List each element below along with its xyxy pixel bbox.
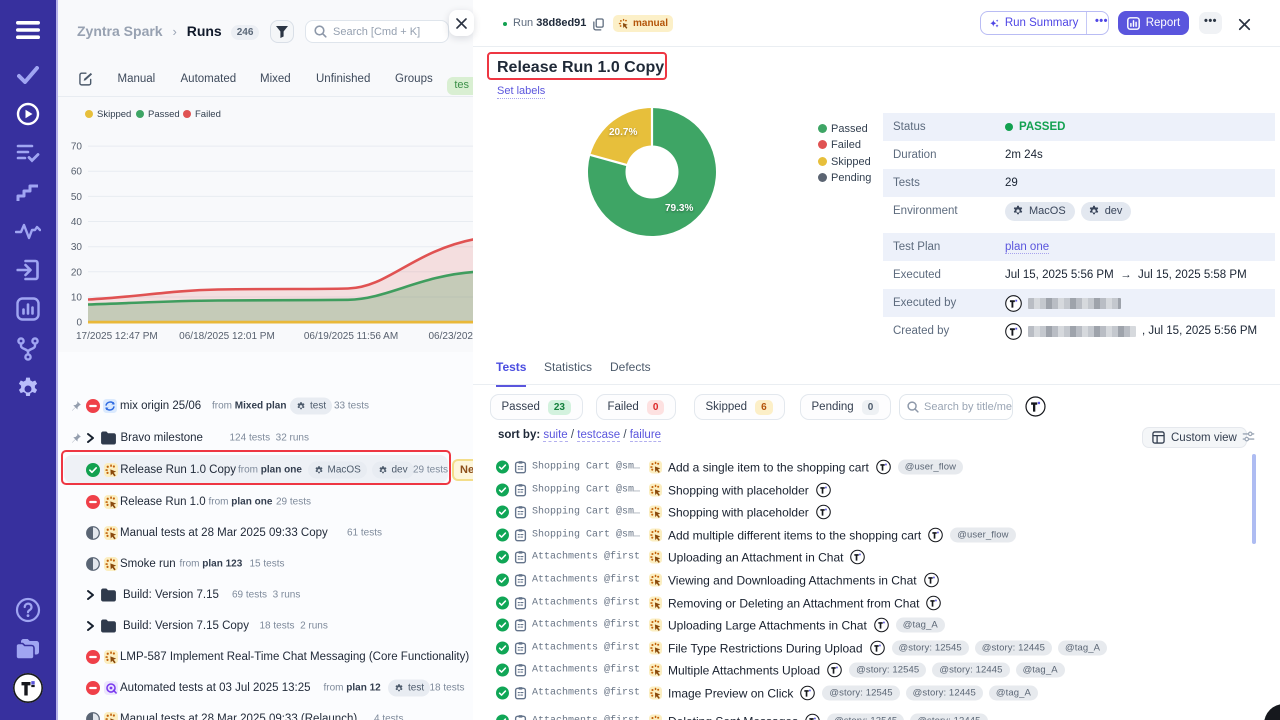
svg-text:50: 50 [71,192,83,203]
svg-text:30: 30 [71,242,83,253]
svg-text:20: 20 [71,267,83,278]
svg-text:0: 0 [76,318,82,329]
svg-text:06/18/2025 12:01 PM: 06/18/2025 12:01 PM [179,331,275,342]
svg-text:40: 40 [71,217,83,228]
svg-text:60: 60 [71,167,83,178]
svg-text:06/23/202: 06/23/202 [429,331,474,342]
svg-text:17/2025 12:47 PM: 17/2025 12:47 PM [76,331,158,342]
svg-text:70: 70 [71,142,83,153]
svg-text:10: 10 [71,293,83,304]
svg-text:06/19/2025 11:56 AM: 06/19/2025 11:56 AM [304,331,398,342]
